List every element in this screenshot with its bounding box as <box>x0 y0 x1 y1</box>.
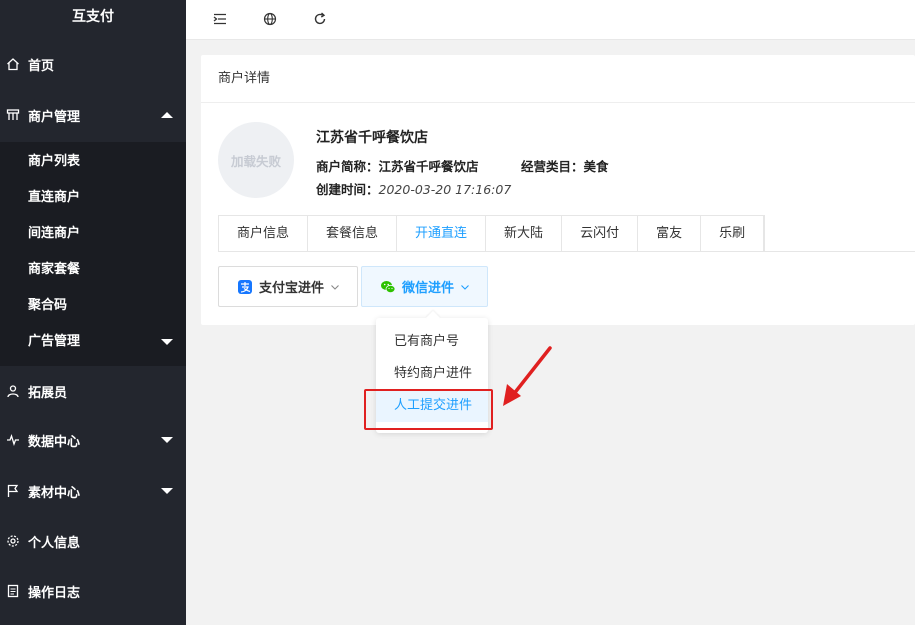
merchant-submenu: 商户列表 直连商户 间连商户 商家套餐 聚合码 广告管理 <box>0 142 186 366</box>
created-time-row: 创建时间：2020-03-20 17:16:07 <box>316 179 511 198</box>
menu-item-special-merchant-onboard[interactable]: 特约商户进件 <box>376 358 488 390</box>
short-name-label: 商户简称： <box>316 159 379 174</box>
tab-newland[interactable]: 新大陆 <box>486 216 563 252</box>
tab-bar: 商户信息 套餐信息 开通直连 新大陆 云闪付 富友 乐刷 <box>218 215 766 252</box>
merchant-name: 江苏省千呼餐饮店 <box>316 130 428 146</box>
caret-down-icon <box>161 488 173 494</box>
annotation-highlight-box <box>364 389 493 430</box>
pulse-icon <box>6 433 20 447</box>
tab-unionpay[interactable]: 云闪付 <box>562 216 639 252</box>
sidebar-item-label: 素材中心 <box>28 485 81 501</box>
sidebar-item-label: 拓展员 <box>28 385 68 401</box>
sidebar-item-material-center[interactable]: 素材中心 <box>0 466 186 516</box>
tab-merchant-info[interactable]: 商户信息 <box>219 216 309 252</box>
merchant-detail-card: 商户详情 加载失败 江苏省千呼餐饮店 商户简称：江苏省千呼餐饮店 经营类目：美食… <box>201 55 915 325</box>
merchant-short-name-row: 商户简称：江苏省千呼餐饮店 <box>316 156 479 175</box>
created-label: 创建时间： <box>316 182 379 197</box>
alipay-icon <box>237 279 253 295</box>
created-value: 2020-03-20 17:16:07 <box>378 182 512 197</box>
sidebar-item-label: 数据中心 <box>28 434 81 450</box>
tab-package-info[interactable]: 套餐信息 <box>308 216 398 252</box>
avatar: 加载失败 <box>218 122 294 198</box>
alipay-button-label: 支付宝进件 <box>259 281 325 296</box>
alipay-onboard-button[interactable]: 支付宝进件 <box>218 266 358 307</box>
sidebar-item-label: 操作日志 <box>28 585 81 601</box>
chevron-down-icon <box>330 282 340 292</box>
menu-fold-icon[interactable] <box>212 11 228 27</box>
sidebar-item-promoter[interactable]: 拓展员 <box>0 366 186 416</box>
submenu-item-ad-management[interactable]: 广告管理 <box>0 324 186 360</box>
wechat-button-label: 微信进件 <box>402 281 455 296</box>
menu-item-existing-merchant-id[interactable]: 已有商户号 <box>376 326 488 358</box>
submenu-item-indirect-merchant[interactable]: 间连商户 <box>0 216 186 252</box>
sidebar-item-label: 个人信息 <box>28 535 81 551</box>
category-row: 经营类目：美食 <box>521 156 609 175</box>
annotation-arrow-icon <box>503 346 552 406</box>
sidebar-item-merchant-management[interactable]: 商户管理 <box>0 90 186 140</box>
caret-up-icon <box>161 112 173 118</box>
merchant-icon <box>6 108 20 122</box>
tab-open-direct[interactable]: 开通直连 <box>397 216 487 252</box>
sidebar-item-personal-info[interactable]: 个人信息 <box>0 516 186 566</box>
flag-icon <box>6 484 20 498</box>
log-icon <box>6 584 20 598</box>
gear-icon <box>6 534 20 548</box>
chevron-down-icon <box>460 282 470 292</box>
wechat-icon <box>380 279 396 295</box>
wechat-onboard-button[interactable]: 微信进件 <box>361 266 488 307</box>
tab-leshua[interactable]: 乐刷 <box>701 216 765 252</box>
topbar <box>186 0 915 40</box>
brand-title: 互支付 <box>72 9 114 25</box>
sidebar-item-operation-log[interactable]: 操作日志 <box>0 566 186 616</box>
sidebar-item-label: 商户管理 <box>28 109 81 125</box>
submenu-item-direct-merchant[interactable]: 直连商户 <box>0 180 186 216</box>
caret-down-icon <box>161 339 173 345</box>
sidebar-item-home[interactable]: 首页 <box>0 39 186 89</box>
tab-fuyou[interactable]: 富友 <box>638 216 702 252</box>
refresh-icon[interactable] <box>312 11 328 27</box>
person-icon <box>6 384 20 398</box>
caret-down-icon <box>161 437 173 443</box>
card-title: 商户详情 <box>201 55 915 103</box>
category-label: 经营类目： <box>521 159 584 174</box>
category-value: 美食 <box>583 159 609 174</box>
short-name-value: 江苏省千呼餐饮店 <box>378 159 479 174</box>
tab-divider <box>218 251 915 252</box>
sidebar-item-data-center[interactable]: 数据中心 <box>0 415 186 465</box>
globe-icon[interactable] <box>262 11 278 27</box>
sidebar-item-label: 首页 <box>28 58 55 74</box>
submenu-item-merchant-package[interactable]: 商家套餐 <box>0 252 186 288</box>
submenu-item-aggregate-code[interactable]: 聚合码 <box>0 288 186 324</box>
home-icon <box>6 57 20 71</box>
sidebar: 互支付 首页 商户管理 商户列表 直连商户 间连商户 商家套餐 聚合码 广告管理… <box>0 0 186 625</box>
submenu-item-merchant-list[interactable]: 商户列表 <box>0 144 186 180</box>
